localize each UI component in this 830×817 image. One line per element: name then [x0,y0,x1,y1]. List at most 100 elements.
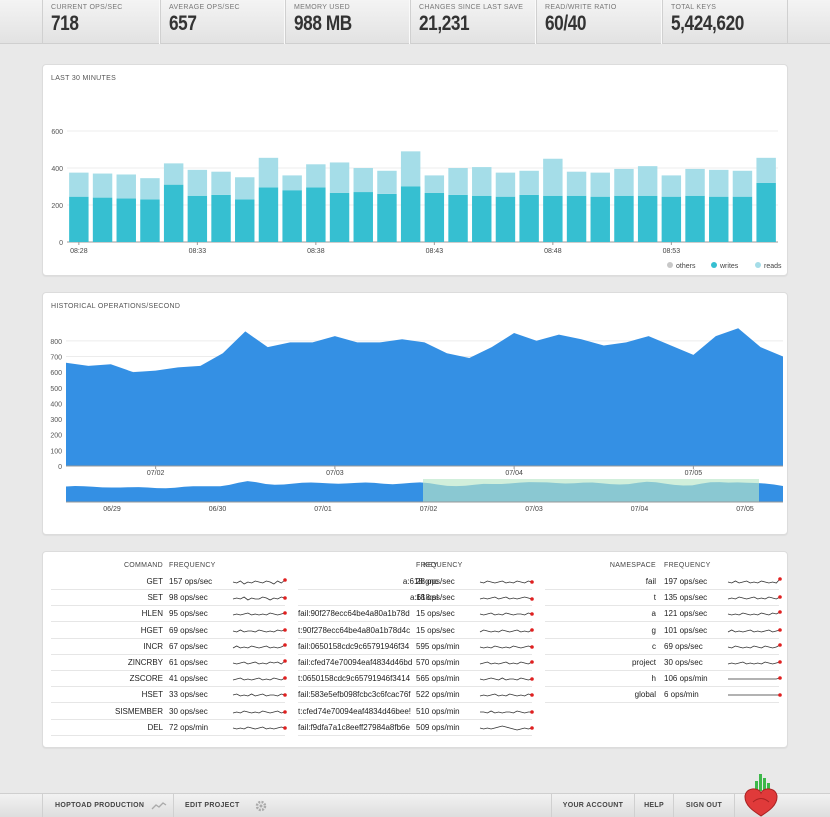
sign-out-button[interactable]: SIGN OUT [673,794,735,817]
your-account-label: YOUR ACCOUNT [562,802,624,809]
row-frequency: 6 ops/min [664,690,699,700]
overview-selection-handle[interactable] [423,479,759,502]
table-row[interactable]: g 101 ops/sec [545,623,782,639]
gear-icon[interactable] [255,800,267,812]
bar-reads [495,172,516,197]
legend-item-reads[interactable]: reads [755,262,782,270]
table-row[interactable]: GET 157 ops/sec [51,574,287,590]
row-name: GET [146,577,163,586]
row-frequency: 509 ops/min [416,722,460,732]
sparkline-dot [778,577,782,581]
bar-writes [306,187,326,242]
table-row[interactable]: t:0650158cdc9c65791946f3414 565 ops/min [298,671,534,688]
bar-reads [116,174,136,199]
row-frequency: 95 ops/sec [169,609,208,619]
bar-writes [732,196,753,242]
row-name: HSET [141,690,163,700]
column-header-frequency[interactable]: FREQUENCY [169,562,216,569]
edit-project-button[interactable]: EDIT PROJECT [173,794,275,817]
table-row[interactable]: HLEN 95 ops/sec [51,606,287,623]
sparkline-dot [778,595,782,599]
table-row[interactable]: c 69 ops/sec [545,639,782,655]
sparkline [479,660,534,665]
sparkline-dot [778,627,782,632]
sparkline-dot [530,580,534,584]
column-header-name[interactable]: NAMESPACE [545,562,656,569]
table-row[interactable]: a 121 ops/sec [545,606,782,623]
your-account-button[interactable]: YOUR ACCOUNT [551,794,634,817]
bar-writes [353,192,373,242]
table-row[interactable]: t:90f278ecc64be4a80a1b78d4c 15 ops/sec [298,623,534,639]
table-row[interactable]: ZINCRBY 61 ops/sec [51,655,287,671]
column-header-frequency[interactable]: FREQUENCY [664,562,711,569]
sparkline-line [727,629,781,633]
sparkline-line [232,644,286,649]
bar-chart: 0 200 400 600 08:28 08:33 08:38 08:43 08:48 08:53… [51,129,782,270]
bar-reads [637,166,658,196]
sparkline-line [232,596,286,601]
table-row[interactable]: fail:583e5efb098fcbc3c6fcac76f 522 ops/mi… [298,687,534,704]
x-tick-label: 07/02 [147,470,165,477]
table-row[interactable]: a:618:sl 18 ops/sec [298,590,534,607]
sparkline-dot [283,611,287,616]
bar-writes [590,196,610,242]
bar-reads [140,178,160,200]
row-frequency: 33 ops/sec [169,690,208,700]
stat-label: CURRENT OPS/SEC [51,4,123,11]
column-header-frequency[interactable]: FREQUENCY [416,562,463,569]
sparkline-dot [530,644,534,649]
row-frequency: 522 ops/min [416,690,460,700]
row-frequency: 15 ops/sec [416,609,455,619]
column-header-name[interactable]: COMMAND [51,562,163,569]
row-name: t [653,593,656,603]
project-selector-button[interactable]: HOPTOAD PRODUCTION [42,794,173,817]
table-row[interactable]: a:618:gnc 28 ops/sec [298,574,534,590]
legend-swatch [755,262,761,268]
bar-reads [614,168,634,196]
bar-writes [614,195,634,242]
x-tick-label: 07/05 [685,470,703,477]
sparkline-line [232,677,286,681]
bar-reads [258,157,279,188]
legend-swatch [667,262,673,268]
sparkline [479,644,534,649]
table-row[interactable]: project 30 ops/sec [545,655,782,671]
table-row[interactable]: ZSCORE 41 ops/sec [51,671,287,688]
table-row[interactable]: DEL 72 ops/min [51,720,287,736]
table-row[interactable]: t:cfed74e70094eaf4834d46bee! 510 ops/min [298,704,534,720]
row-name: g [651,625,656,635]
table-row[interactable]: fail:cfed74e70094eaf4834d46bd 570 ops/min [298,655,534,671]
row-frequency: 41 ops/sec [169,674,208,684]
table-row[interactable]: global 6 ops/min [545,687,782,704]
sparkline-line [727,644,781,649]
table-row[interactable]: SET 98 ops/sec [51,590,287,607]
table-row[interactable]: t 135 ops/sec [545,590,782,607]
overview-tick-label: 07/04 [631,506,649,513]
sparkline-dot [283,725,287,730]
row-frequency: 30 ops/sec [169,706,208,716]
table-row[interactable]: SISMEMBER 30 ops/sec [51,704,287,720]
stat-average-ops: AVERAGE OPS/SEC 657 [160,0,285,44]
help-button[interactable]: HELP [634,794,673,817]
bar-reads [282,175,302,191]
stat-changes-since-save: CHANGES SINCE LAST SAVE 21,231 [410,0,536,44]
table-row[interactable]: fail:f9dfa7a1c8eeff27984a8fb6e 509 ops/mi… [298,720,534,736]
legend-label: others [676,263,696,270]
sparkline-dot [778,660,782,664]
table-row[interactable]: fail:0650158cdc9c65791946f34 595 ops/min [298,639,534,655]
table-row[interactable]: HSET 33 ops/sec [51,687,287,704]
area-chart[interactable]: 0 100 200 300 400 500 600 700 800 07/02 07/03 07/04… [43,293,787,534]
table-row[interactable]: h 106 ops/min [545,671,782,688]
sparkline [232,627,287,633]
sparkline [232,642,287,649]
table-row[interactable]: fail:90f278ecc64be4a80a1b78d 15 ops/sec [298,606,534,623]
table-row[interactable]: HGET 69 ops/sec [51,623,287,639]
table-row[interactable]: INCR 67 ops/sec [51,639,287,655]
legend-item-others[interactable]: others [667,262,696,270]
sparkline-line [479,580,533,584]
bar-writes [187,195,208,242]
legend-item-writes[interactable]: writes [711,262,739,270]
bar-writes [495,196,516,242]
table-row[interactable]: fail 197 ops/sec [545,574,782,590]
row-name: HLEN [141,609,163,619]
